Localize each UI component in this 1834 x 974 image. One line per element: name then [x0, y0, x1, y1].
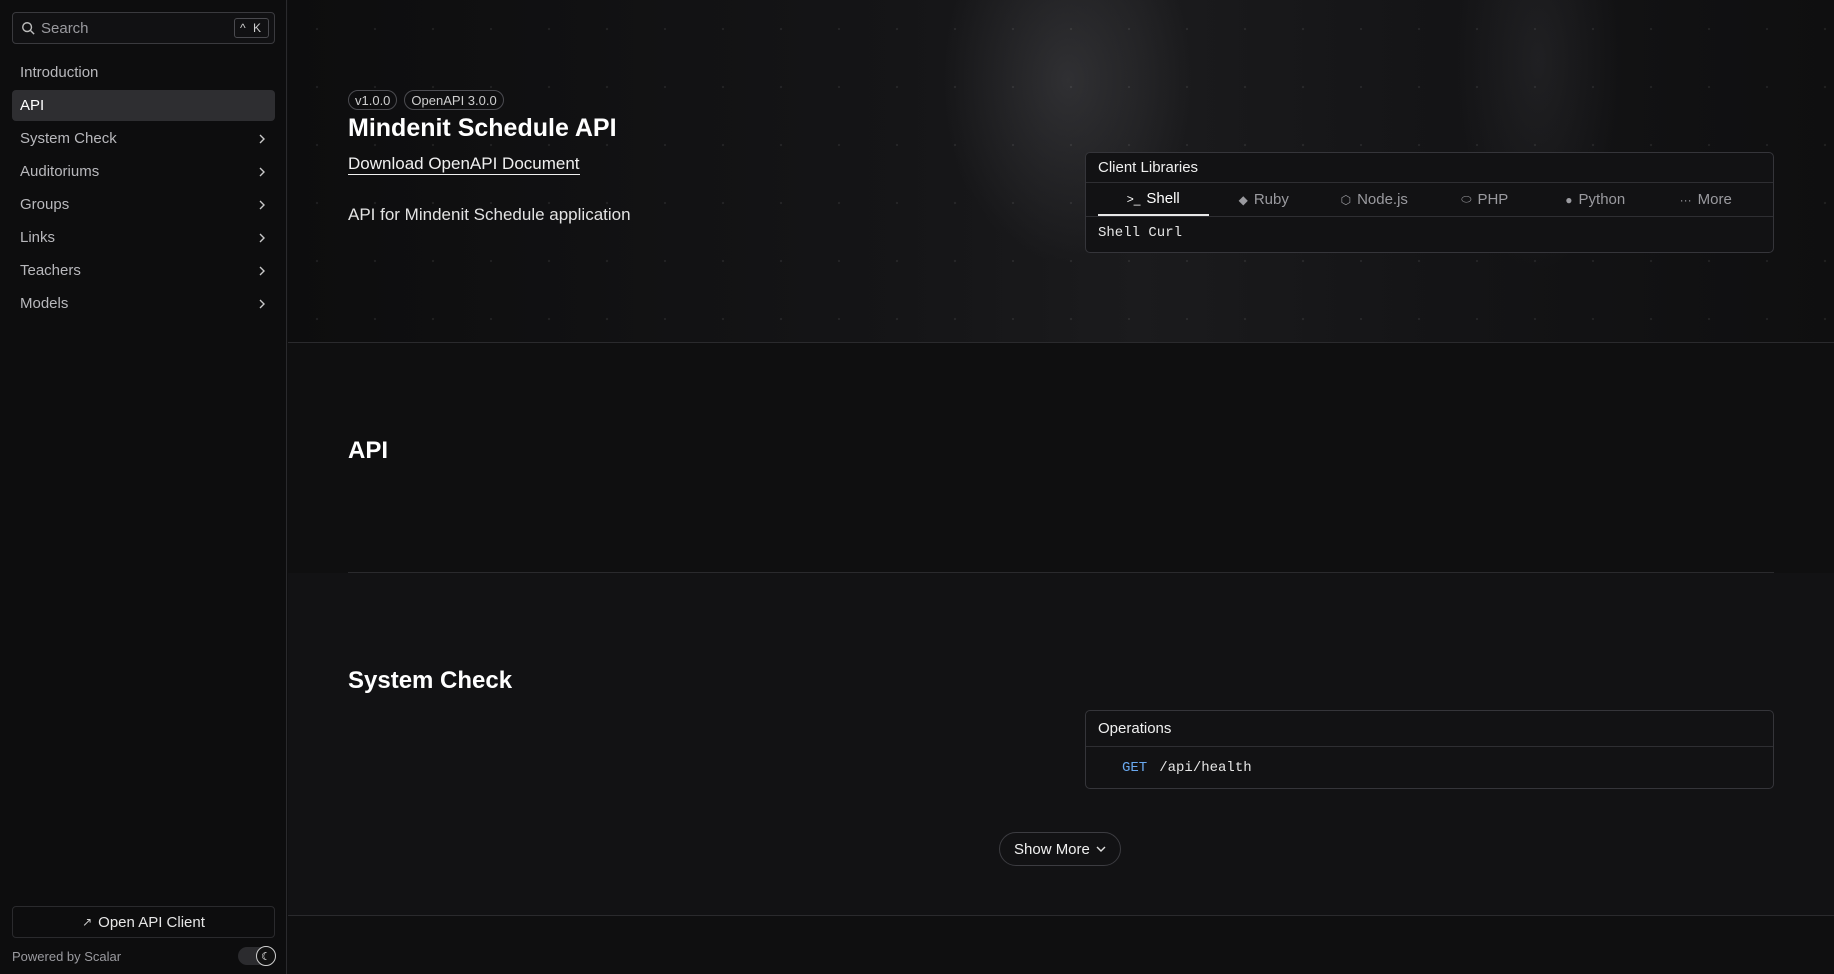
api-description: API for Mindenit Schedule application [348, 205, 631, 224]
tab-label: Python [1578, 191, 1626, 208]
http-method: GET [1122, 760, 1148, 776]
chevron-right-icon [259, 233, 265, 242]
endpoint-path: /api/health [1159, 760, 1252, 776]
ruby-icon: ◆ [1238, 192, 1248, 207]
search-icon [22, 22, 35, 35]
operation-row[interactable]: GET /api/health [1086, 747, 1773, 789]
main-content: v1.0.0 OpenAPI 3.0.0 Mindenit Schedule A… [288, 0, 1834, 974]
tab-label: More [1697, 191, 1732, 208]
sidebar-item-introduction[interactable]: Introduction [12, 57, 275, 88]
tab-label: PHP [1477, 191, 1509, 208]
sidebar-item-label: Models [20, 295, 69, 312]
chevron-right-icon [259, 134, 265, 143]
sidebar-item-label: System Check [20, 130, 117, 147]
php-icon: ⬭ [1461, 192, 1472, 206]
section-divider [288, 915, 1834, 916]
arrow-up-right-icon: ↗ [82, 915, 93, 929]
sidebar-item-api[interactable]: API [12, 90, 275, 121]
version-badge: v1.0.0 [348, 90, 398, 110]
chevron-right-icon [259, 266, 265, 275]
api-section-heading: API [348, 437, 389, 464]
sidebar-item-label: Teachers [20, 262, 81, 279]
system-check-heading: System Check [348, 667, 513, 694]
sidebar-item-label: Groups [20, 196, 70, 213]
tab-label: Shell [1146, 190, 1180, 207]
tab-label: Ruby [1253, 191, 1289, 208]
sidebar-item-auditoriums[interactable]: Auditoriums [12, 156, 275, 187]
powered-by-link[interactable]: Powered by Scalar [12, 949, 121, 964]
sidebar-item-models[interactable]: Models [12, 288, 275, 319]
show-more-label: Show More [1014, 840, 1090, 858]
intro-section: v1.0.0 OpenAPI 3.0.0 Mindenit Schedule A… [288, 0, 1834, 343]
operations-card: Operations GET /api/health [1085, 710, 1774, 789]
open-api-client-label: Open API Client [98, 913, 205, 931]
chevron-right-icon [259, 200, 265, 209]
open-api-client-button[interactable]: ↗ Open API Client [12, 906, 275, 938]
chevron-right-icon [259, 299, 265, 308]
python-icon: ● [1565, 192, 1573, 207]
sidebar-item-links[interactable]: Links [12, 222, 275, 253]
nodejs-icon: ⬡ [1340, 192, 1352, 207]
sidebar-item-label: API [20, 97, 45, 114]
download-openapi-link[interactable]: Download OpenAPI Document [348, 154, 580, 175]
tab-php[interactable]: ⬭ PHP [1430, 183, 1541, 216]
page-title: Mindenit Schedule API [348, 114, 617, 142]
sidebar-item-teachers[interactable]: Teachers [12, 255, 275, 286]
terminal-icon: >_ [1126, 191, 1141, 206]
search-input[interactable]: Search ^ K [12, 12, 275, 44]
tab-shell[interactable]: >_ Shell [1098, 183, 1209, 216]
tab-more[interactable]: ··· More [1651, 183, 1762, 216]
sidebar-item-groups[interactable]: Groups [12, 189, 275, 220]
openapi-badge: OpenAPI 3.0.0 [404, 90, 504, 110]
search-label: Search [41, 19, 89, 37]
sidebar-item-system-check[interactable]: System Check [12, 123, 275, 154]
chevron-down-icon [1096, 846, 1106, 852]
dark-mode-toggle[interactable]: ☾ [238, 946, 276, 966]
sidebar-item-label: Introduction [20, 64, 99, 81]
selected-client: Shell Curl [1098, 225, 1183, 241]
sidebar-nav: Introduction API System Check Auditorium… [12, 57, 275, 321]
tab-ruby[interactable]: ◆ Ruby [1209, 183, 1320, 216]
client-libraries-heading: Client Libraries [1086, 153, 1773, 183]
sidebar: Search ^ K Introduction API System Check… [0, 0, 287, 974]
tab-python[interactable]: ● Python [1540, 183, 1651, 216]
tab-label: Node.js [1357, 191, 1408, 208]
client-libraries-card: Client Libraries >_ Shell ◆ Ruby ⬡ Node.… [1085, 152, 1774, 253]
version-badges: v1.0.0 OpenAPI 3.0.0 [348, 90, 504, 110]
sidebar-item-label: Links [20, 229, 56, 246]
tab-nodejs[interactable]: ⬡ Node.js [1319, 183, 1430, 216]
chevron-right-icon [259, 167, 265, 176]
operations-heading: Operations [1086, 711, 1773, 747]
sidebar-item-label: Auditoriums [20, 163, 100, 180]
moon-icon: ☾ [256, 946, 276, 966]
search-shortcut: ^ K [234, 18, 269, 38]
show-more-button[interactable]: Show More [999, 832, 1121, 866]
client-tabs: >_ Shell ◆ Ruby ⬡ Node.js ⬭ PHP ● Python… [1086, 183, 1773, 217]
more-icon: ··· [1679, 192, 1692, 207]
